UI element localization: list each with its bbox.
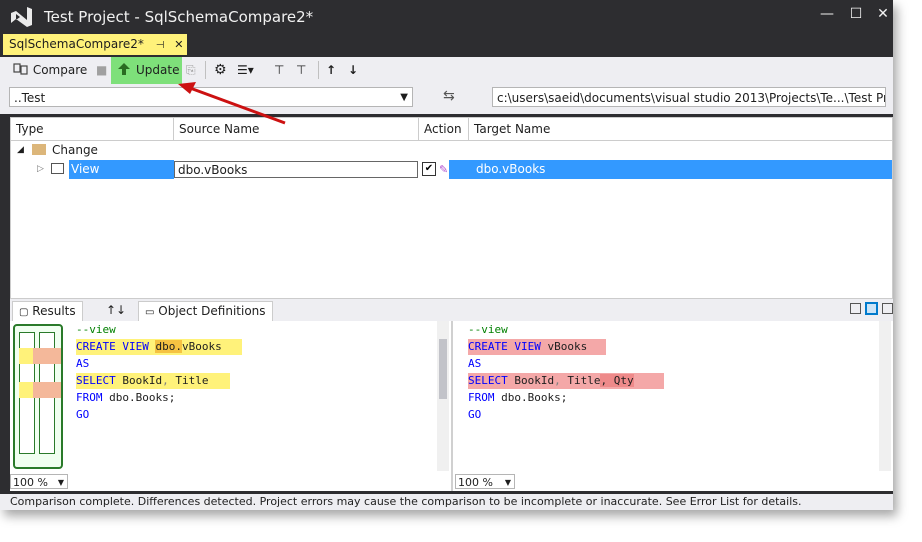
folder-icon xyxy=(32,144,46,155)
collapsed-triangle-icon[interactable]: ▷ xyxy=(37,160,44,179)
target-code-pane[interactable]: --view CREATE VIEW vBooks AS SELECT Book… xyxy=(464,321,879,471)
source-change-marker xyxy=(19,382,33,398)
source-select-value: ..Test xyxy=(14,91,46,105)
chevron-down-icon: ▼ xyxy=(57,478,64,487)
next-change-icon[interactable]: ↓ xyxy=(348,60,358,81)
target-zoom-select[interactable]: 100 % ▼ xyxy=(455,474,515,489)
chevron-down-icon: ▼ xyxy=(504,478,511,487)
visual-studio-logo-icon xyxy=(11,7,32,27)
change-connector-marker xyxy=(33,348,61,364)
close-tab-icon[interactable]: ✕ xyxy=(174,38,183,51)
tab-results[interactable]: ▢ Results xyxy=(12,301,83,321)
close-window-button[interactable]: ✕ xyxy=(874,6,892,22)
source-zoom-value: 100 % xyxy=(13,476,48,489)
sort-arrows-icon: ↑↓ xyxy=(106,303,127,317)
sort-button[interactable]: ↑↓ xyxy=(100,301,132,320)
row-target-value: dbo.vBooks xyxy=(476,162,546,176)
pin-icon[interactable]: ⊣ xyxy=(156,40,165,51)
row-target-cell: dbo.vBooks xyxy=(449,160,892,179)
minimize-button[interactable]: — xyxy=(818,6,836,22)
source-code-pane[interactable]: --view CREATE VIEW dbo.vBooks AS SELECT … xyxy=(72,321,437,471)
row-type-value: View xyxy=(71,162,100,176)
update-arrow-icon xyxy=(118,63,130,75)
source-line-4: SELECT BookId, Title xyxy=(76,373,230,389)
document-tab[interactable]: SqlSchemaCompare2* ⊣ ✕ xyxy=(3,34,188,55)
include-checkbox[interactable]: ✔ xyxy=(422,162,436,176)
title-bar: Test Project - SqlSchemaCompare2* — ☐ ✕ xyxy=(0,0,893,34)
source-line-1: --view xyxy=(76,323,116,336)
tab-object-definitions-label: Object Definitions xyxy=(158,304,266,318)
compare-button[interactable]: Compare xyxy=(13,60,87,81)
schema-compare-toolbar: Compare ■ Update ⎘ ⚙ ☰▾ ⊤ ⊤ ↑ ↓ xyxy=(0,57,893,85)
results-icon: ▢ xyxy=(19,307,29,318)
annotation-arrow xyxy=(178,82,286,125)
document-tab-label: SqlSchemaCompare2* xyxy=(9,37,144,51)
column-header-type[interactable]: Type xyxy=(11,118,174,140)
column-header-target-name[interactable]: Target Name xyxy=(469,118,892,140)
tab-object-definitions[interactable]: ▭ Object Definitions xyxy=(138,301,273,321)
row-source-value: dbo.vBooks xyxy=(178,163,248,177)
compare-icon xyxy=(13,63,28,75)
object-definitions-icon: ▭ xyxy=(145,307,155,318)
swap-icon[interactable]: ⇆ xyxy=(443,88,455,104)
pencil-icon: ✎ xyxy=(439,163,449,176)
chevron-down-icon: ▼ xyxy=(400,92,408,103)
side-by-side-icon[interactable] xyxy=(882,303,893,314)
view-object-icon xyxy=(51,163,64,174)
toolbar-separator xyxy=(205,61,206,79)
source-line-3: AS xyxy=(76,357,90,370)
source-zoom-select[interactable]: 100 % ▼ xyxy=(10,474,68,489)
status-text: Comparison complete. Differences detecte… xyxy=(10,495,802,508)
target-scrollbar[interactable] xyxy=(879,321,891,471)
row-source-cell[interactable]: dbo.vBooks xyxy=(174,161,418,178)
difference-overview-margin[interactable] xyxy=(13,324,63,469)
source-line-6: GO xyxy=(76,408,90,421)
pane-splitter[interactable] xyxy=(451,321,453,491)
table-row[interactable]: ▷ View dbo.vBooks ✔ ✎ dbo.vBooks xyxy=(11,160,892,179)
comparison-path-bar: ..Test ▼ ⇆ c:\users\saeid\documents\visu… xyxy=(0,84,893,114)
source-line-2: CREATE VIEW dbo.vBooks xyxy=(76,339,242,355)
maximize-button[interactable]: ☐ xyxy=(847,6,865,22)
group-row-change[interactable]: ◢ Change xyxy=(11,141,892,160)
target-line-4: SELECT BookId, Title, Qty xyxy=(468,373,664,389)
target-line-3: AS xyxy=(468,357,482,370)
grid-header: Type Source Name Action Target Name xyxy=(11,118,892,141)
source-scrollbar[interactable] xyxy=(437,321,449,471)
toolbar-separator xyxy=(318,61,319,79)
results-grid: Type Source Name Action Target Name ◢ Ch… xyxy=(10,117,893,299)
target-line-5: FROM dbo.Books; xyxy=(468,391,568,404)
object-definitions-panel: --view CREATE VIEW dbo.vBooks AS SELECT … xyxy=(10,321,893,491)
application-window: Test Project - SqlSchemaCompare2* — ☐ ✕ … xyxy=(0,0,893,510)
source-change-marker xyxy=(19,348,33,364)
filter-options-icon[interactable]: ⊤ xyxy=(296,60,306,81)
target-path-field[interactable]: c:\users\saeid\documents\visual studio 2… xyxy=(492,87,886,107)
source-scroll-thumb[interactable] xyxy=(439,339,447,399)
source-line-5: FROM dbo.Books; xyxy=(76,391,176,404)
expand-triangle-icon[interactable]: ◢ xyxy=(17,141,24,160)
window-title: Test Project - SqlSchemaCompare2* xyxy=(44,8,314,26)
row-type-cell: View xyxy=(69,160,174,179)
horizontal-split-icon[interactable] xyxy=(865,302,878,315)
status-bar: Comparison complete. Differences detecte… xyxy=(0,494,893,510)
target-zoom-value: 100 % xyxy=(458,476,493,489)
compare-label: Compare xyxy=(32,63,88,77)
previous-change-icon[interactable]: ↑ xyxy=(326,60,336,81)
stop-icon[interactable]: ■ xyxy=(96,60,107,81)
target-path-value: c:\users\saeid\documents\visual studio 2… xyxy=(497,91,886,105)
change-connector-marker xyxy=(33,382,61,398)
target-line-1: --view xyxy=(468,323,508,336)
target-line-6: GO xyxy=(468,408,482,421)
target-line-2: CREATE VIEW vBooks xyxy=(468,339,606,355)
bottom-tabs-bar: ▢ Results ↑↓ ▭ Object Definitions xyxy=(10,299,893,321)
vertical-split-icon[interactable] xyxy=(850,303,861,314)
group-label: Change xyxy=(52,143,98,157)
tab-results-label: Results xyxy=(32,304,76,318)
column-header-action[interactable]: Action xyxy=(419,118,469,140)
